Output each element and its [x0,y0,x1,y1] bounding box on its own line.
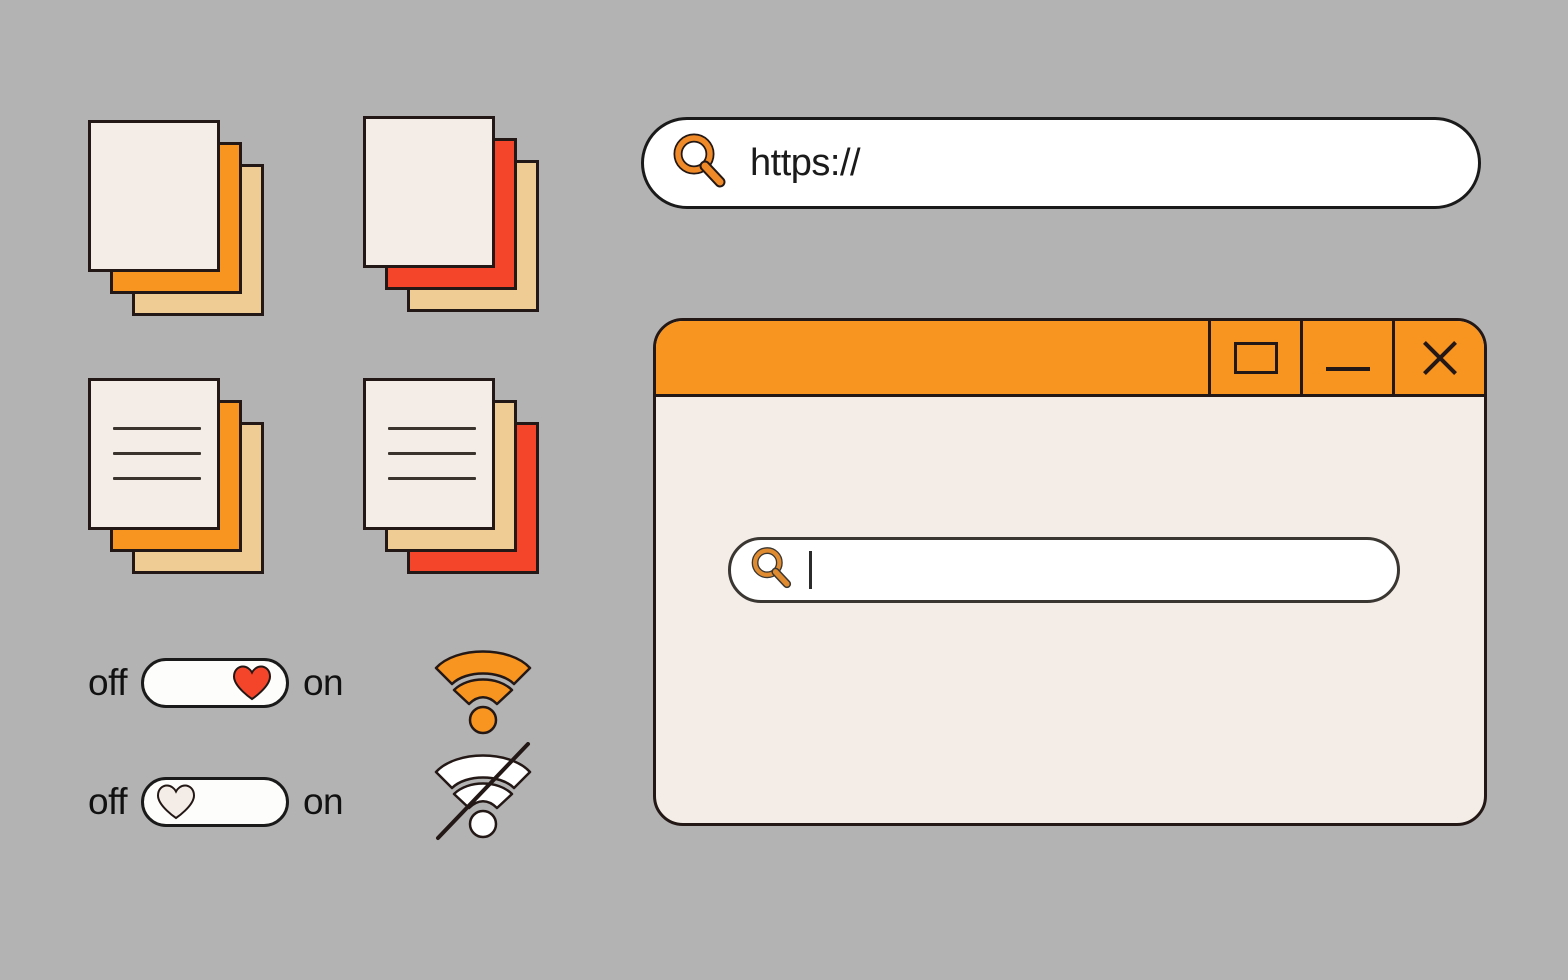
search-icon [670,132,728,195]
heart-icon [232,665,272,701]
toggle-on-label: on [302,781,344,822]
text-line [388,477,476,480]
toggle-switch-off[interactable] [140,777,289,827]
wifi-on-icon[interactable] [428,640,552,736]
toggle-switch-on[interactable] [140,658,289,708]
paper-text-lines [388,427,476,480]
text-line [113,427,201,430]
lined-stack-orange[interactable] [88,378,268,574]
wifi-off-icon[interactable] [428,742,552,840]
search-icon [749,546,793,595]
close-button[interactable] [1392,321,1484,394]
ui-element-set: off on off on https:// [0,0,1568,980]
paper-sheet-front [88,378,220,530]
blank-stack-red[interactable] [363,116,543,312]
toggle-on-label: on [302,662,344,703]
text-line [113,452,201,455]
text-caret [809,551,812,589]
minimize-button[interactable] [1300,321,1392,394]
text-line [388,452,476,455]
paper-sheet-front [363,378,495,530]
paper-sheet-front [363,116,495,268]
browser-window [653,318,1487,826]
blank-stack-orange[interactable] [88,120,268,316]
window-title-bar[interactable] [656,321,1484,397]
toggle-off-label: off [88,781,127,822]
text-line [388,427,476,430]
paper-text-lines [113,427,201,480]
text-line [113,477,201,480]
close-icon [1420,338,1460,378]
window-content [656,397,1484,823]
maximize-button[interactable] [1208,321,1300,394]
minimize-icon [1325,366,1370,371]
window-search-input[interactable] [728,537,1400,603]
lined-stack-red[interactable] [363,378,543,574]
url-search-bar[interactable]: https:// [641,117,1481,209]
toggle-switch-off-row: off on [88,777,344,827]
window-title [656,321,1208,394]
paper-sheet-front [88,120,220,272]
maximize-icon [1233,341,1278,374]
toggle-off-label: off [88,662,127,703]
toggle-switch-on-row: off on [88,658,344,708]
heart-icon [156,784,196,820]
url-input-value[interactable]: https:// [750,142,861,185]
